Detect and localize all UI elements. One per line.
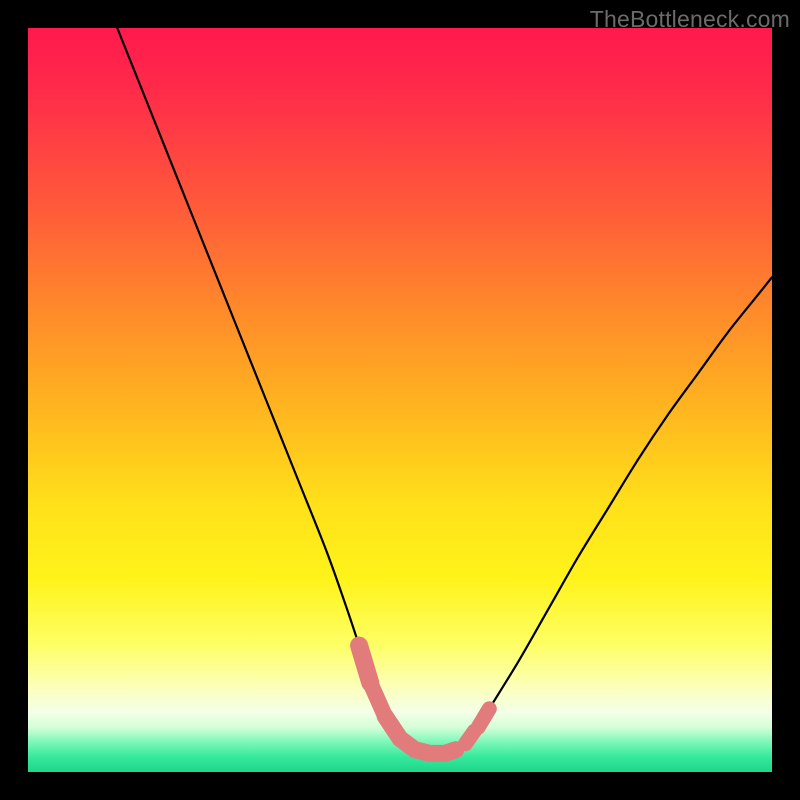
highlight-segments xyxy=(359,646,489,754)
plot-area xyxy=(28,28,772,772)
bottleneck-curve xyxy=(117,28,772,754)
watermark-text: TheBottleneck.com xyxy=(590,6,790,33)
curve-layer xyxy=(28,28,772,772)
chart-frame: TheBottleneck.com xyxy=(0,0,800,800)
